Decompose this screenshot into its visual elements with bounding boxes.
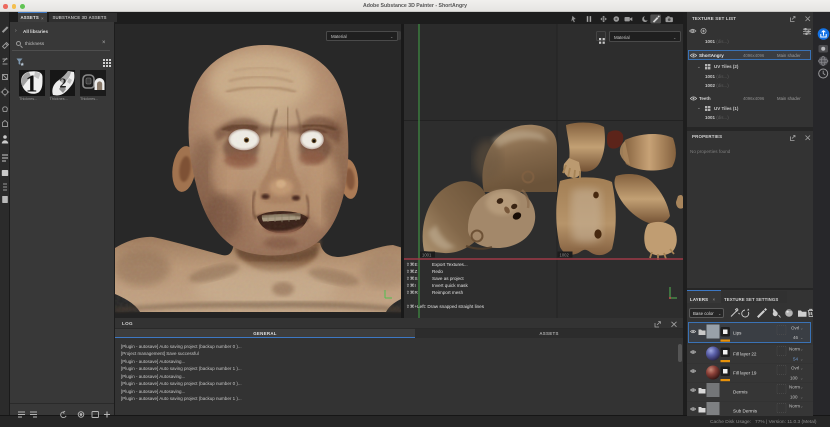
svg-text:1: 1 [26,72,38,97]
svg-text:⌄: ⌄ [800,347,803,352]
svg-text:⌄: ⌄ [800,395,803,400]
svg-text:Ovrl: Ovrl [791,366,799,371]
svg-text:⌄: ⌄ [800,357,803,362]
svg-text:Norm: Norm [789,385,800,390]
svg-text:⌄: ⌄ [800,326,803,331]
svg-text:Norm: Norm [789,404,800,409]
svg-text:⌄: ⌄ [800,366,803,371]
svg-text:Fill layer 22: Fill layer 22 [733,352,757,357]
svg-text:⌄: ⌄ [800,404,803,409]
svg-text:100: 100 [790,376,798,381]
svg-text:Fill layer 19: Fill layer 19 [733,371,757,376]
svg-text:54: 54 [793,357,799,362]
svg-text:Ovrl: Ovrl [791,326,799,331]
svg-text:⌄: ⌄ [800,376,803,381]
svg-text:⌄: ⌄ [800,385,803,390]
svg-text:Sub Dermis: Sub Dermis [733,409,758,414]
svg-text:1001: 1001 [422,253,432,258]
svg-text:Lips: Lips [733,331,742,336]
svg-text:100: 100 [790,395,798,400]
svg-text:2: 2 [59,77,66,92]
svg-text:46: 46 [793,335,799,340]
svg-text:1002: 1002 [560,253,570,258]
svg-text:⌄: ⌄ [800,335,803,340]
svg-text:Dermis: Dermis [733,390,748,395]
svg-text:Norm: Norm [789,347,800,352]
